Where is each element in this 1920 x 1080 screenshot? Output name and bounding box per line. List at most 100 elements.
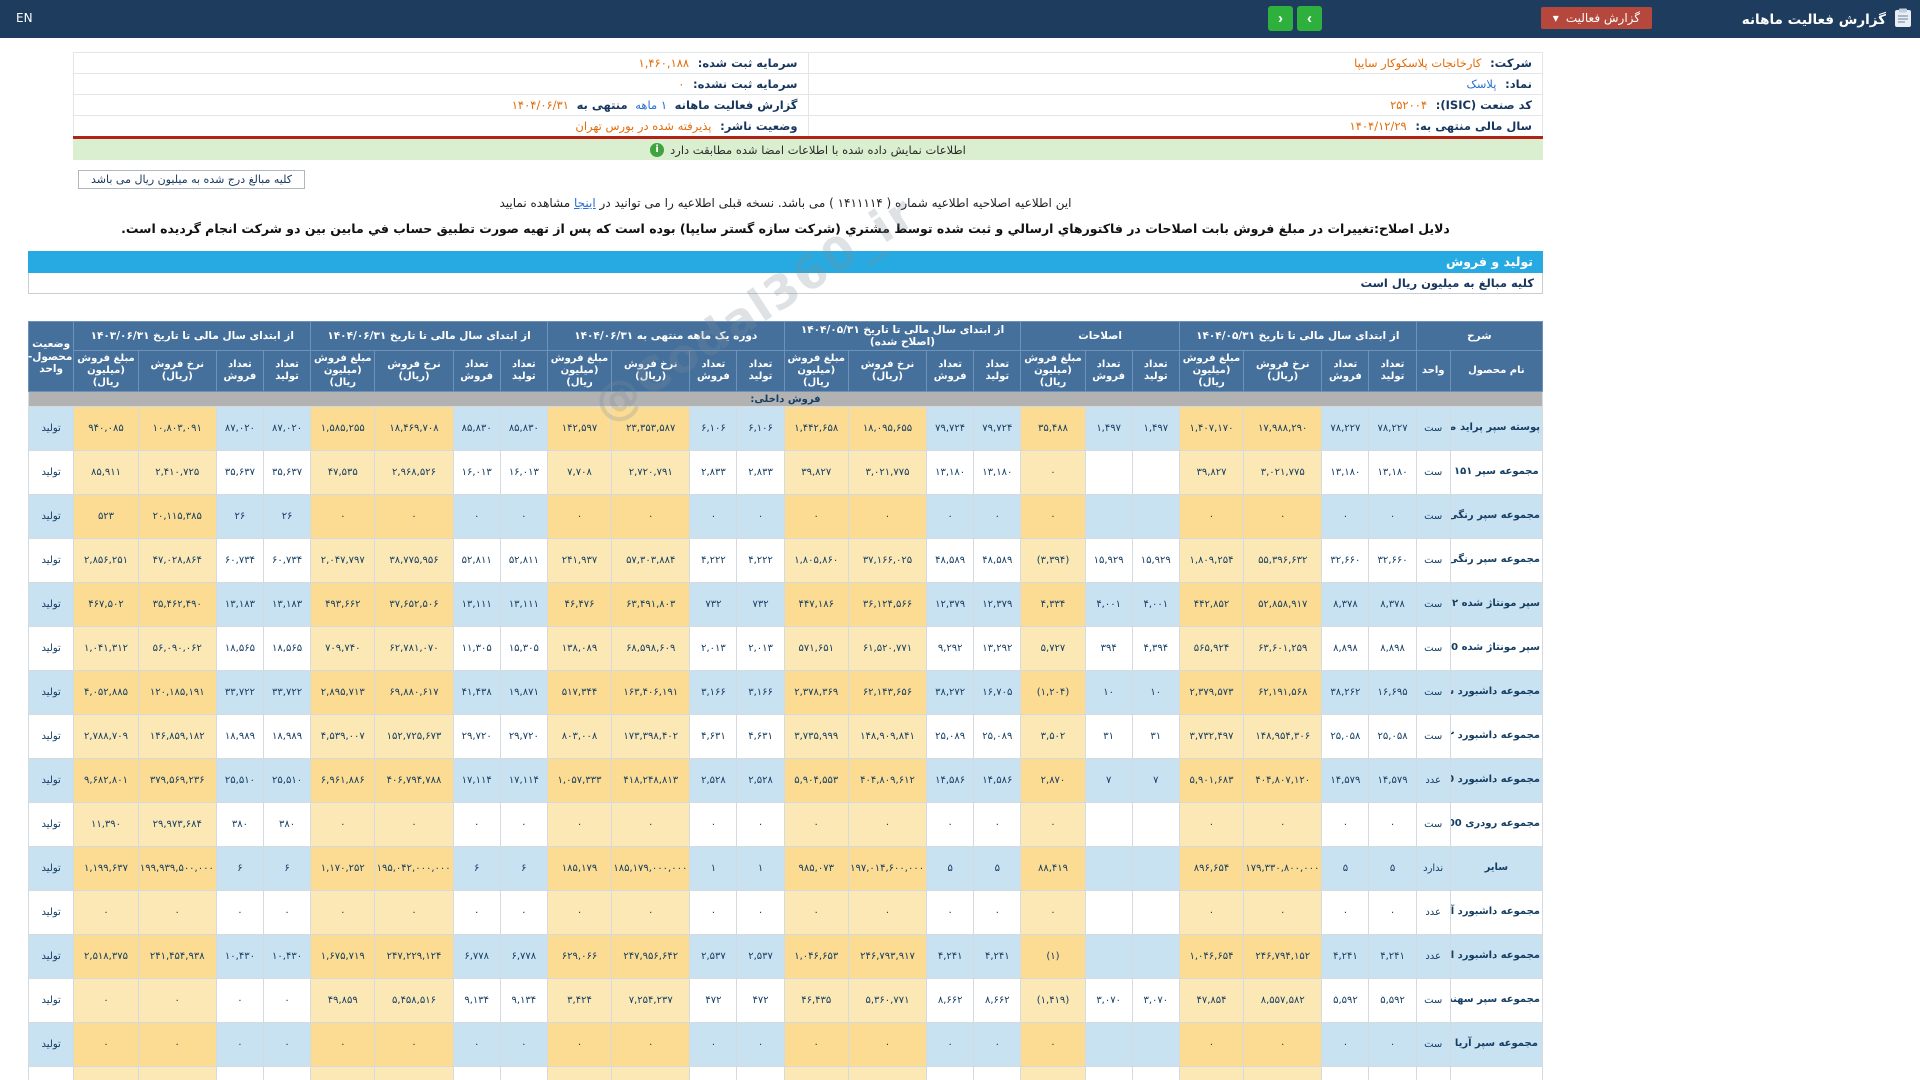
value-cell: ۳,۷۳۲,۴۹۷ — [1178, 714, 1245, 760]
language-toggle[interactable]: EN — [16, 11, 33, 25]
value-cell: ۰ — [215, 890, 265, 936]
status-cell: تولید — [27, 934, 75, 980]
value-cell: ۲۹,۷۲۰ — [452, 714, 501, 760]
product-name-cell: مجموعه داشبورد ۲۱۲ — [1449, 714, 1544, 760]
value-cell: ۸,۳۷۸ — [1321, 582, 1370, 628]
value-cell: ۱۱,۳۰۵ — [452, 626, 501, 672]
value-cell: ۱۵,۳۰۵ — [499, 626, 548, 672]
value-cell: ۹۴۰,۰۸۵ — [73, 406, 139, 452]
value-cell: ۸,۸۹۸ — [1321, 626, 1370, 672]
value-cell: ۱۳,۱۸۰ — [973, 450, 1022, 496]
value-cell: ۰ — [546, 1022, 613, 1068]
value-cell: ۴,۲۴۱ — [1321, 934, 1370, 980]
isic-value: ۲۵۲۰۰۴ — [1390, 98, 1428, 112]
value-cell: ۱ — [736, 846, 785, 892]
value-cell: ۱۶,۶۹۵ — [1368, 670, 1417, 716]
value-cell: ۰ — [783, 1022, 849, 1068]
value-cell: ۵,۹۰۴,۵۵۳ — [783, 758, 849, 804]
product-name-cell: سپر مونتاژ شده ۲۱۲ — [1449, 582, 1544, 628]
value-cell: ۱۶,۰۱۳ — [499, 450, 548, 496]
value-cell: ۶۹,۸۸۰,۶۱۷ — [374, 670, 454, 716]
value-cell: ۵,۷۲۷ — [1020, 626, 1086, 672]
value-cell: ۰ — [499, 494, 548, 540]
value-cell: ۵۲,۸۵۸,۹۱۷ — [1243, 582, 1323, 628]
value-cell: ۰ — [736, 890, 785, 936]
unit-note-row: کلیه مبالغ به میلیون ریال است — [28, 273, 1543, 294]
value-cell: ۸۵,۹۱۱ — [73, 450, 139, 496]
unregistered-capital-label: سرمایه ثبت نشده: — [693, 77, 798, 91]
company-info-row: سال مالی منتهی به: ۱۴۰۴/۱۲/۲۹ وضعیت ناشر… — [73, 115, 1543, 138]
unit-cell: ست — [1415, 670, 1451, 716]
value-cell: ۰ — [689, 802, 738, 848]
column-group-header: از ابتدای سال مالی تا تاریخ ۱۴۰۴/۰۵/۳۱ (… — [783, 320, 1022, 352]
product-name-cell: سایر — [1449, 846, 1544, 892]
value-cell — [1084, 1022, 1133, 1068]
value-cell: ۶ — [262, 846, 312, 892]
value-cell: ۲,۵۳۷ — [689, 934, 738, 980]
value-cell — [1084, 802, 1133, 848]
value-cell: ۵۶۵,۹۲۴ — [1178, 626, 1245, 672]
value-cell: ۰ — [1368, 890, 1417, 936]
value-cell: ۰ — [137, 890, 217, 936]
value-cell: ۱۸۵,۱۷۹,۰۰۰,۰۰۰ — [611, 846, 691, 892]
value-cell: ۷۳۲ — [736, 582, 785, 628]
symbol-value[interactable]: پلاسک — [1466, 77, 1496, 91]
column-header: نرخ فروش (ریال) — [1243, 350, 1323, 393]
value-cell: ۱,۸۰۵,۸۶۰ — [783, 538, 849, 584]
group-row-label: فروش داخلی: — [28, 391, 1543, 408]
value-cell: ۰ — [546, 494, 613, 540]
value-cell: ۸,۸۹۸ — [1368, 626, 1417, 672]
value-cell: ۳۸,۷۷۵,۹۵۶ — [374, 538, 454, 584]
value-cell: ۸,۶۶۲ — [926, 978, 975, 1024]
company-name-value[interactable]: کارخانجات پلاسکوکار سایپا — [1354, 56, 1481, 70]
value-cell: ۶,۱۰۶ — [736, 406, 785, 452]
page-title: گزارش فعالیت ماهانه — [1741, 12, 1886, 28]
status-cell: تولید — [27, 890, 75, 936]
value-cell: ۹,۶۸۲,۸۰۱ — [73, 758, 139, 804]
value-cell: ۳۵,۴۸۸ — [1020, 406, 1086, 452]
value-cell: ۱۲,۰۷۰ — [1368, 1066, 1417, 1080]
value-cell: ۱۲,۰۷۰ — [973, 1066, 1022, 1080]
report-navigation: › ‹ — [1268, 6, 1322, 31]
value-cell: ۲,۵۵۰ — [689, 1066, 738, 1080]
value-cell: ۲,۵۳۷ — [736, 934, 785, 980]
unit-cell: عدد — [1415, 758, 1451, 804]
value-cell: ۲,۸۳۳ — [736, 450, 785, 496]
value-cell: ۰ — [310, 1022, 376, 1068]
value-cell: ۳,۵۰۲ — [1020, 714, 1086, 760]
value-cell: ۱۴,۵۸۶ — [973, 758, 1022, 804]
amendment-text-post: مشاهده نمایید — [499, 196, 574, 210]
previous-version-link[interactable]: اینجا — [574, 196, 596, 210]
column-header: نام محصول — [1449, 350, 1544, 393]
value-cell: ۵۲,۸۱۱ — [452, 538, 501, 584]
publisher-status-value: پذیرفته شده در بورس تهران — [575, 119, 712, 133]
previous-report-button[interactable]: ‹ — [1268, 6, 1293, 31]
value-cell — [1131, 450, 1180, 496]
value-cell: ۱۸,۵۶۵ — [215, 626, 265, 672]
amendment-reason: دلایل اصلاح:تغییرات در مبلغ فروش بابت اص… — [121, 221, 1450, 236]
unregistered-capital-value: ۰ — [678, 77, 685, 91]
next-report-button[interactable]: › — [1297, 6, 1322, 31]
value-cell: ۴۱,۴۳۸ — [452, 670, 501, 716]
value-cell — [1131, 494, 1180, 540]
report-type-dropdown[interactable]: گزارش فعالیت ▾ — [1540, 7, 1652, 29]
status-cell: تولید — [27, 846, 75, 892]
table-row: مجموعه داشبورد sp100عدد۱۴,۵۷۹۱۴,۵۷۹۴۰۴,۸… — [27, 758, 1544, 804]
value-cell: ۰ — [262, 978, 312, 1024]
value-cell: ۱۳,۱۸۰ — [926, 450, 975, 496]
section-header-production-sales: تولید و فروش — [28, 251, 1543, 273]
signed-info-notice: اطلاعات نمایش داده شده با اطلاعات امضا ش… — [73, 139, 1543, 160]
value-cell: ۱۸,۹۸۹ — [262, 714, 312, 760]
status-cell: تولید — [27, 450, 75, 496]
value-cell: ۷۳۲ — [689, 582, 738, 628]
column-header: تعداد تولید — [499, 350, 548, 393]
value-cell: ۱۷۹,۳۳۰,۸۰۰,۰۰۰ — [1243, 846, 1323, 892]
table-row: مجموعه سپر ۱۵۱ ست ۱۳,۱۸۰ ۱۳,۱۸۰ ۳,۰۲۱,۷۷۵ ۳۹,… — [27, 450, 1544, 496]
value-cell: ۱۸,۵۶۵ — [262, 626, 312, 672]
value-cell: ۰ — [215, 978, 265, 1024]
value-cell: ۰ — [783, 494, 849, 540]
table-row: مجموعه رودری sp100ست۰۰۰۰۰۰۰۰۰۰۰۰۰۰۰۰۰۳۸۰… — [27, 802, 1544, 848]
value-cell — [1131, 802, 1180, 848]
value-cell: ۷,۲۵۴,۲۳۷ — [611, 978, 691, 1024]
value-cell: ۳۹,۸۲۷ — [783, 450, 849, 496]
